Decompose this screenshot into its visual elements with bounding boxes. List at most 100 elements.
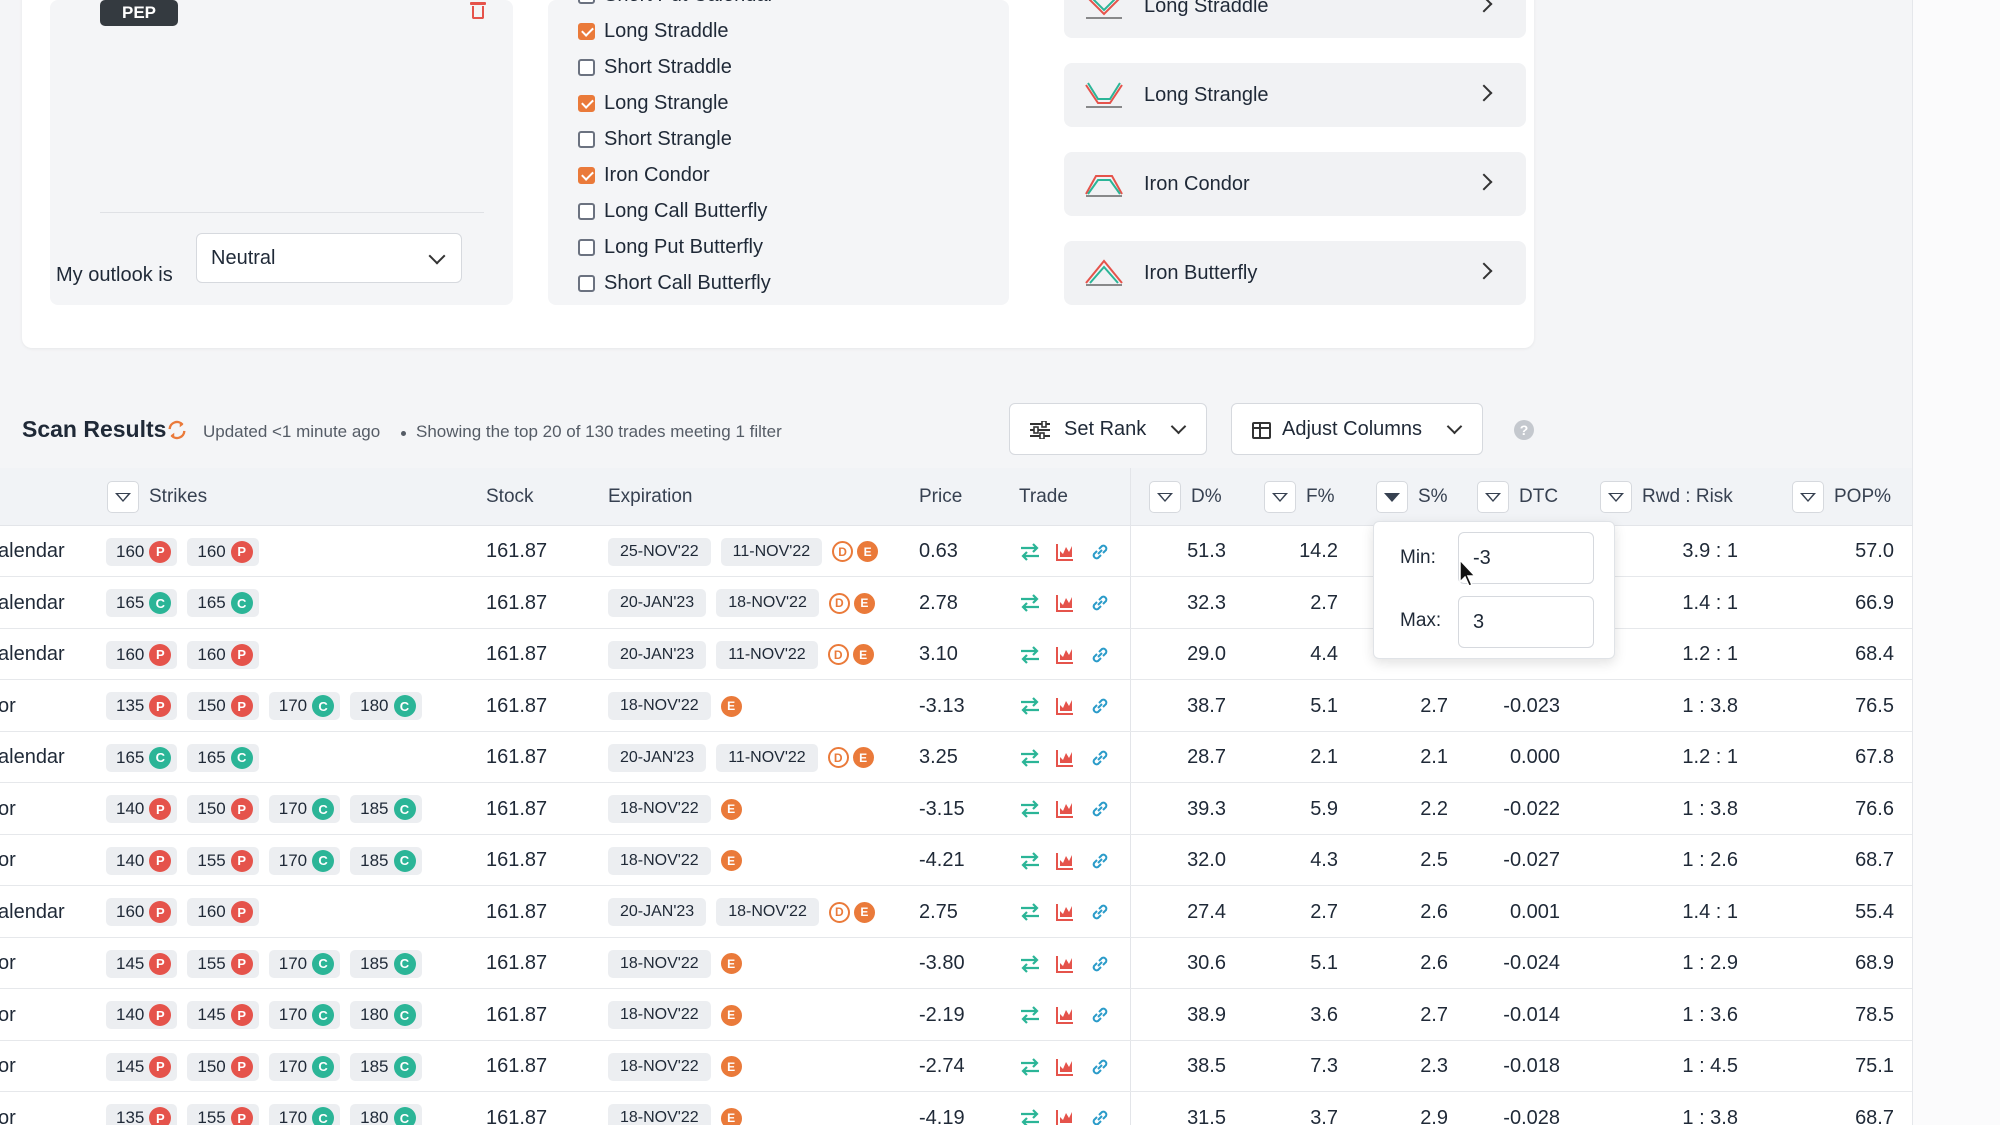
- swap-icon[interactable]: [1019, 1057, 1041, 1077]
- strategy-name-cell: alendar: [0, 900, 65, 923]
- swap-icon[interactable]: [1019, 902, 1041, 922]
- chart-icon[interactable]: [1055, 1057, 1075, 1077]
- max-input[interactable]: [1458, 596, 1594, 648]
- checkbox-unchecked[interactable]: [578, 130, 595, 148]
- link-icon[interactable]: [1089, 593, 1111, 613]
- table-row[interactable]: alendar 165 C 165 C 161.87 20-JAN'23 11-NOV'22 D…: [0, 732, 1912, 783]
- table-row[interactable]: or 140 P 145 P 170 C 180 C 161.87 18-NOV'22 E -2.19 3…: [0, 990, 1912, 1041]
- chart-icon[interactable]: [1055, 645, 1075, 665]
- checkbox-unchecked[interactable]: [578, 238, 595, 256]
- chart-icon[interactable]: [1055, 1108, 1075, 1125]
- help-icon[interactable]: ?: [1514, 420, 1534, 440]
- link-icon[interactable]: [1089, 1108, 1111, 1125]
- strike-chip: 160 P: [106, 898, 178, 926]
- filter-icon: [1800, 492, 1816, 502]
- strategy-label: Short Straddle: [604, 55, 732, 78]
- chart-icon[interactable]: [1055, 748, 1075, 768]
- link-icon[interactable]: [1089, 902, 1111, 922]
- swap-icon[interactable]: [1019, 593, 1041, 613]
- chart-icon[interactable]: [1055, 902, 1075, 922]
- link-icon[interactable]: [1089, 799, 1111, 819]
- chart-icon[interactable]: [1055, 851, 1075, 871]
- checkbox-checked[interactable]: [578, 22, 595, 40]
- table-row[interactable]: or 140 P 150 P 170 C 185 C 161.87 18-NOV'22 E -3.15 3…: [0, 784, 1912, 835]
- swap-icon[interactable]: [1019, 1005, 1041, 1025]
- swap-icon[interactable]: [1019, 645, 1041, 665]
- refresh-icon[interactable]: [166, 419, 188, 441]
- link-icon[interactable]: [1089, 748, 1111, 768]
- chart-icon[interactable]: [1055, 542, 1075, 562]
- swap-icon[interactable]: [1019, 748, 1041, 768]
- f-pct-cell: 5.9: [1310, 797, 1338, 820]
- strategy-checkbox-item[interactable]: Iron Condor: [578, 160, 710, 190]
- link-icon[interactable]: [1089, 542, 1111, 562]
- min-input[interactable]: [1458, 532, 1594, 584]
- link-icon[interactable]: [1089, 954, 1111, 974]
- set-rank-button[interactable]: Set Rank: [1009, 403, 1207, 455]
- checkbox-unchecked[interactable]: [578, 58, 595, 76]
- filter-icon: [1485, 492, 1501, 502]
- table-row[interactable]: or 145 P 155 P 170 C 185 C 161.87 18-NOV'22 E -3.80 3…: [0, 938, 1912, 989]
- filter-button-f-pct[interactable]: [1264, 481, 1296, 513]
- checkbox-checked[interactable]: [578, 94, 595, 112]
- filter-button-rwd-risk[interactable]: [1600, 481, 1632, 513]
- strategy-checkbox-item[interactable]: Long Call Butterfly: [578, 196, 767, 226]
- table-row[interactable]: or 145 P 150 P 170 C 185 C 161.87 18-NOV'22 E -2.74 3…: [0, 1041, 1912, 1092]
- column-header-stock[interactable]: Stock: [486, 468, 534, 526]
- filter-button-dtc[interactable]: [1477, 481, 1509, 513]
- strategy-result-button[interactable]: Iron Butterfly: [1064, 241, 1526, 305]
- table-row[interactable]: or 135 P 155 P 170 C 180 C 161.87 18-NOV'22 E -4.19 3…: [0, 1093, 1912, 1125]
- filter-button-s-pct[interactable]: [1376, 481, 1408, 513]
- table-row[interactable]: alendar 160 P 160 P 161.87 20-JAN'23 11-NOV'22 D…: [0, 629, 1912, 680]
- checkbox-checked[interactable]: [578, 166, 595, 184]
- outlook-select[interactable]: Neutral: [196, 233, 462, 283]
- divider: [100, 212, 484, 213]
- table-row[interactable]: alendar 160 P 160 P 161.87 25-NOV'22 11-NOV'22 D…: [0, 526, 1912, 577]
- chart-icon[interactable]: [1055, 696, 1075, 716]
- swap-icon[interactable]: [1019, 696, 1041, 716]
- filter-button-d-pct[interactable]: [1149, 481, 1181, 513]
- table-row[interactable]: or 135 P 150 P 170 C 180 C 161.87 18-NOV'22 E -3.13 3…: [0, 681, 1912, 732]
- table-row[interactable]: alendar 160 P 160 P 161.87 20-JAN'23 18-NOV'22 D…: [0, 887, 1912, 938]
- strategy-checkbox-item[interactable]: Short Call Butterfly: [578, 268, 771, 298]
- swap-icon[interactable]: [1019, 542, 1041, 562]
- swap-icon[interactable]: [1019, 851, 1041, 871]
- chart-icon[interactable]: [1055, 799, 1075, 819]
- checkbox-unchecked[interactable]: [578, 274, 595, 292]
- strategy-checkbox-item[interactable]: Short Put Calendar: [578, 0, 774, 10]
- filter-button-strikes[interactable]: [107, 481, 139, 513]
- link-icon[interactable]: [1089, 645, 1111, 665]
- swap-icon[interactable]: [1019, 954, 1041, 974]
- strategy-checkbox-item[interactable]: Short Put Butterfly: [578, 304, 766, 305]
- adjust-columns-button[interactable]: Adjust Columns: [1231, 403, 1483, 455]
- filter-button-pop-pct[interactable]: [1792, 481, 1824, 513]
- column-header-expiration[interactable]: Expiration: [608, 468, 693, 526]
- chart-icon[interactable]: [1055, 1005, 1075, 1025]
- column-header-price[interactable]: Price: [919, 468, 962, 526]
- checkbox-unchecked[interactable]: [578, 202, 595, 220]
- strategy-checkbox-item[interactable]: Short Strangle: [578, 124, 732, 154]
- strategy-result-button[interactable]: Long Straddle: [1064, 0, 1526, 38]
- checkbox-unchecked[interactable]: [578, 0, 595, 4]
- link-icon[interactable]: [1089, 1057, 1111, 1077]
- strategy-checkbox-item[interactable]: Long Strangle: [578, 88, 729, 118]
- strategy-checkbox-item[interactable]: Long Put Butterfly: [578, 232, 763, 262]
- trash-icon[interactable]: [470, 2, 486, 20]
- link-icon[interactable]: [1089, 1005, 1111, 1025]
- strategy-checkbox-item[interactable]: Long Straddle: [578, 16, 729, 46]
- expiration-chip: 20-JAN'23: [608, 898, 707, 926]
- link-icon[interactable]: [1089, 851, 1111, 871]
- strategy-checkbox-item[interactable]: Short Straddle: [578, 52, 732, 82]
- table-row[interactable]: or 140 P 155 P 170 C 185 C 161.87 18-NOV'22 E -4.21 3…: [0, 835, 1912, 886]
- link-icon[interactable]: [1089, 696, 1111, 716]
- table-row[interactable]: alendar 165 C 165 C 161.87 20-JAN'23 18-NOV'22 D…: [0, 578, 1912, 629]
- chart-icon[interactable]: [1055, 593, 1075, 613]
- price-cell: 3.10: [919, 643, 958, 665]
- swap-icon[interactable]: [1019, 1108, 1041, 1125]
- option-type-badge: C: [393, 1055, 416, 1078]
- strategy-result-button[interactable]: Long Strangle: [1064, 63, 1526, 127]
- symbol-tag[interactable]: PEP: [100, 0, 178, 26]
- chart-icon[interactable]: [1055, 954, 1075, 974]
- swap-icon[interactable]: [1019, 799, 1041, 819]
- strategy-result-button[interactable]: Iron Condor: [1064, 152, 1526, 216]
